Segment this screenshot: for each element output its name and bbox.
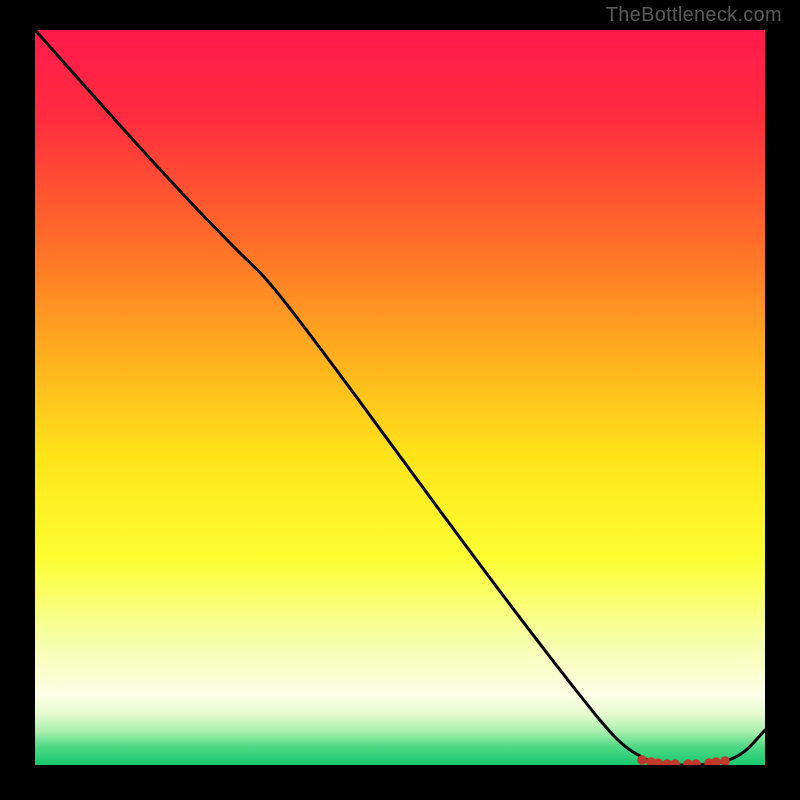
watermark-text: TheBottleneck.com bbox=[606, 4, 782, 27]
chart-svg bbox=[35, 30, 765, 765]
chart-plot-area bbox=[35, 30, 765, 765]
marker-dot bbox=[637, 755, 647, 765]
gradient-background bbox=[35, 30, 765, 765]
